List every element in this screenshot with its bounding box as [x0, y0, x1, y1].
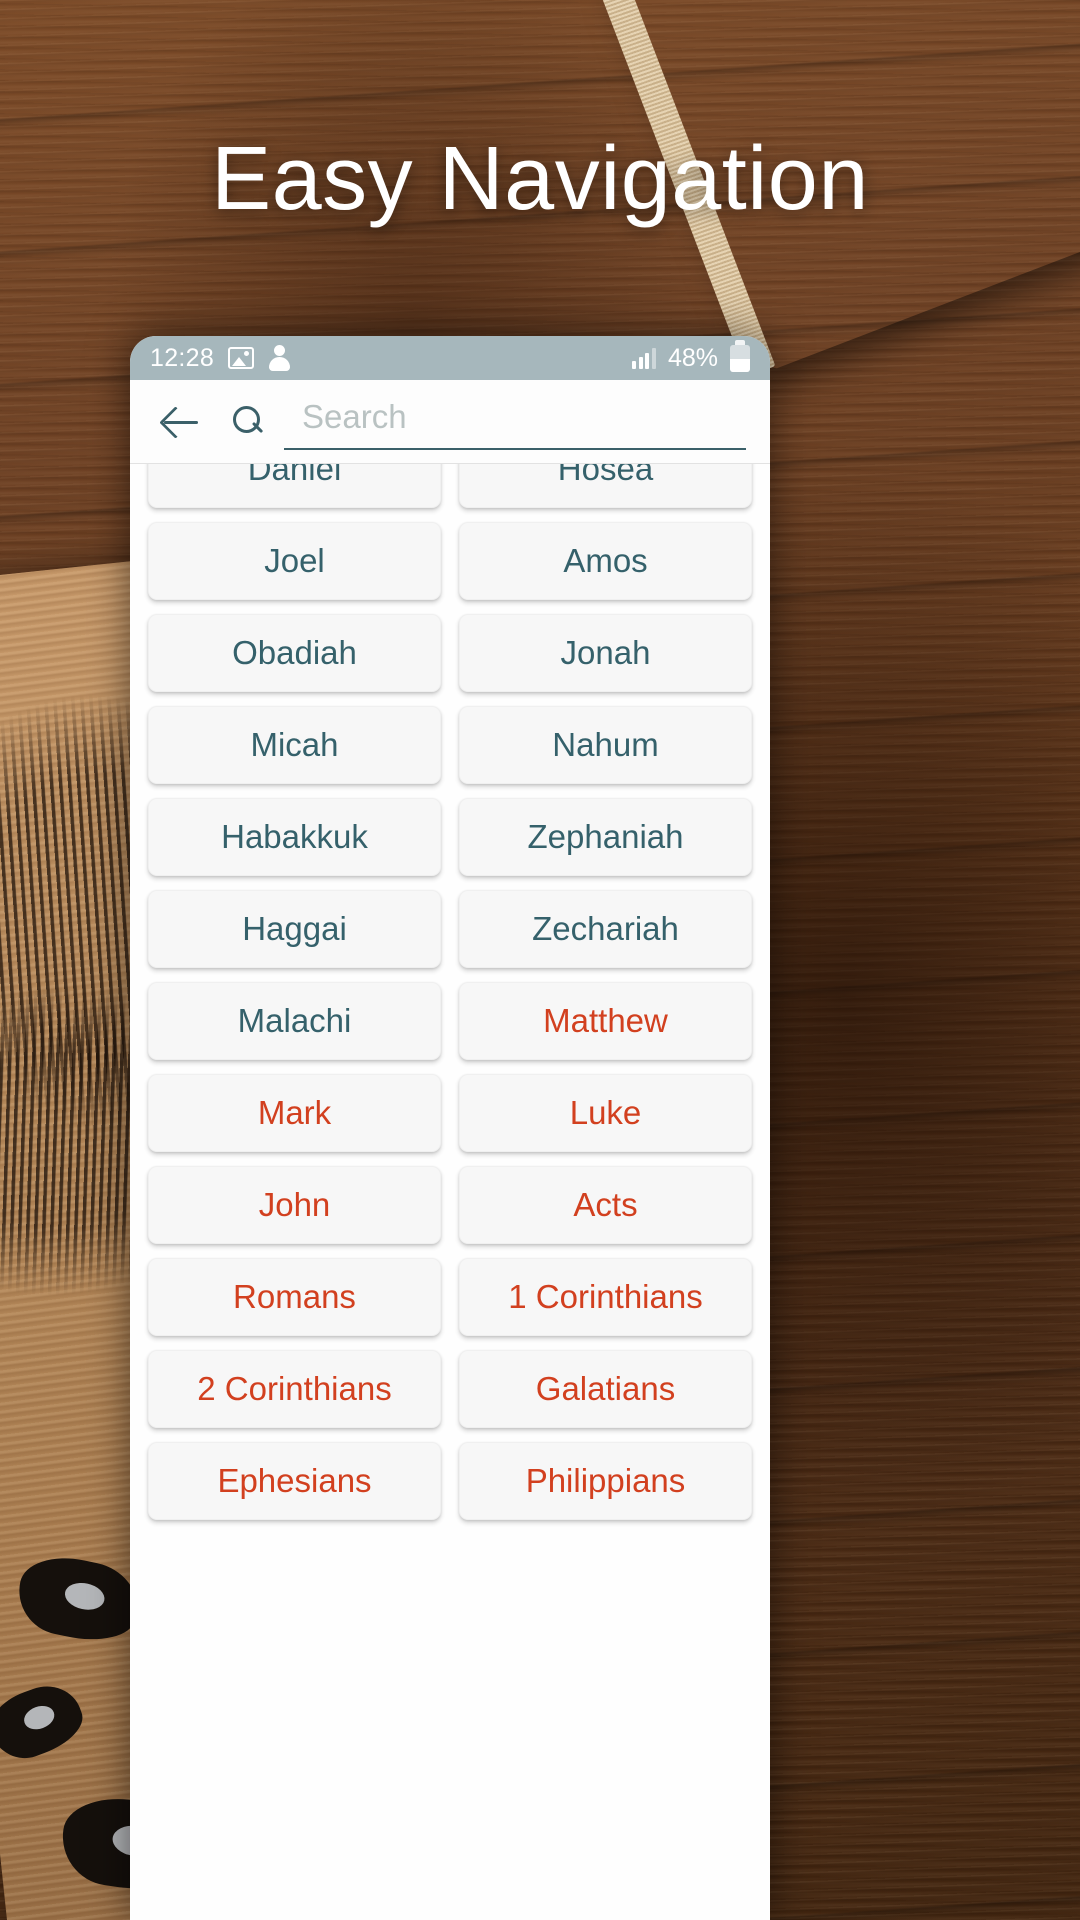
- book-button-label: Daniel: [247, 464, 342, 487]
- book-button-label: Habakkuk: [221, 818, 368, 855]
- book-button-label: Luke: [569, 1094, 642, 1131]
- book-button[interactable]: Galatians: [459, 1350, 752, 1428]
- status-right-group: 48%: [632, 339, 750, 373]
- book-button[interactable]: Daniel: [148, 464, 441, 508]
- book-button-label: Obadiah: [232, 634, 357, 671]
- book-button-label: Acts: [573, 1186, 638, 1223]
- book-button[interactable]: 2 Corinthians: [148, 1350, 441, 1428]
- phone-mockup: 12:28 48% Daniel Hosea Joel Amos Obadiah Jona…: [130, 336, 770, 1920]
- book-button[interactable]: Nahum: [459, 706, 752, 784]
- app-bar: [130, 380, 770, 464]
- book-button[interactable]: Philippians: [459, 1442, 752, 1520]
- book-button-label: Malachi: [237, 1002, 352, 1039]
- book-button[interactable]: Habakkuk: [148, 798, 441, 876]
- book-button[interactable]: Luke: [459, 1074, 752, 1152]
- image-icon: [228, 347, 255, 369]
- book-button-label: John: [258, 1186, 331, 1223]
- book-button[interactable]: 1 Corinthians: [459, 1258, 752, 1336]
- promo-headline: Easy Navigation: [211, 129, 869, 229]
- book-button[interactable]: Ephesians: [148, 1442, 441, 1520]
- status-time: 12:28: [150, 343, 215, 372]
- book-button[interactable]: Matthew: [459, 982, 752, 1060]
- book-button-label: Zechariah: [532, 910, 679, 947]
- book-button[interactable]: Haggai: [148, 890, 441, 968]
- book-button[interactable]: Mark: [148, 1074, 441, 1152]
- book-button-label: Ephesians: [217, 1462, 372, 1499]
- battery-percent-label: 48%: [667, 343, 718, 372]
- book-button[interactable]: Hosea: [459, 464, 752, 508]
- book-button-label: 1 Corinthians: [508, 1278, 703, 1315]
- book-button-label: Joel: [264, 542, 325, 579]
- back-arrow-icon[interactable]: [156, 397, 206, 447]
- book-button-label: Romans: [233, 1278, 356, 1315]
- book-button[interactable]: Romans: [148, 1258, 441, 1336]
- book-button-label: Matthew: [543, 1002, 668, 1039]
- person-icon: [268, 345, 292, 371]
- book-button[interactable]: Jonah: [459, 614, 752, 692]
- book-grid: Daniel Hosea Joel Amos Obadiah Jonah Micah Nahu…: [148, 464, 752, 1520]
- book-button-label: Philippians: [525, 1462, 686, 1499]
- signal-icon: [632, 347, 656, 369]
- book-button[interactable]: Zechariah: [459, 890, 752, 968]
- book-button-label: Mark: [257, 1094, 332, 1131]
- book-button-label: Haggai: [242, 910, 347, 947]
- book-button-label: 2 Corinthians: [197, 1370, 392, 1407]
- book-button-label: Hosea: [557, 464, 654, 487]
- book-button[interactable]: Micah: [148, 706, 441, 784]
- book-button-label: Nahum: [552, 726, 659, 763]
- book-button-label: Micah: [250, 726, 339, 763]
- book-button[interactable]: John: [148, 1166, 441, 1244]
- book-list-scroll-area[interactable]: Daniel Hosea Joel Amos Obadiah Jonah Micah Nahu…: [130, 464, 770, 1920]
- book-button-label: Zephaniah: [527, 818, 684, 855]
- book-button-label: Galatians: [535, 1370, 676, 1407]
- book-button[interactable]: Amos: [459, 522, 752, 600]
- battery-icon: [730, 339, 750, 372]
- book-button[interactable]: Malachi: [148, 982, 441, 1060]
- book-button-label: Jonah: [560, 634, 651, 671]
- book-button[interactable]: Obadiah: [148, 614, 441, 692]
- status-bar: 12:28 48%: [130, 336, 770, 380]
- book-button[interactable]: Joel: [148, 522, 441, 600]
- book-button[interactable]: Zephaniah: [459, 798, 752, 876]
- book-button-label: Amos: [563, 542, 648, 579]
- search-icon[interactable]: [228, 402, 268, 442]
- book-button[interactable]: Acts: [459, 1166, 752, 1244]
- search-input[interactable]: [284, 393, 746, 450]
